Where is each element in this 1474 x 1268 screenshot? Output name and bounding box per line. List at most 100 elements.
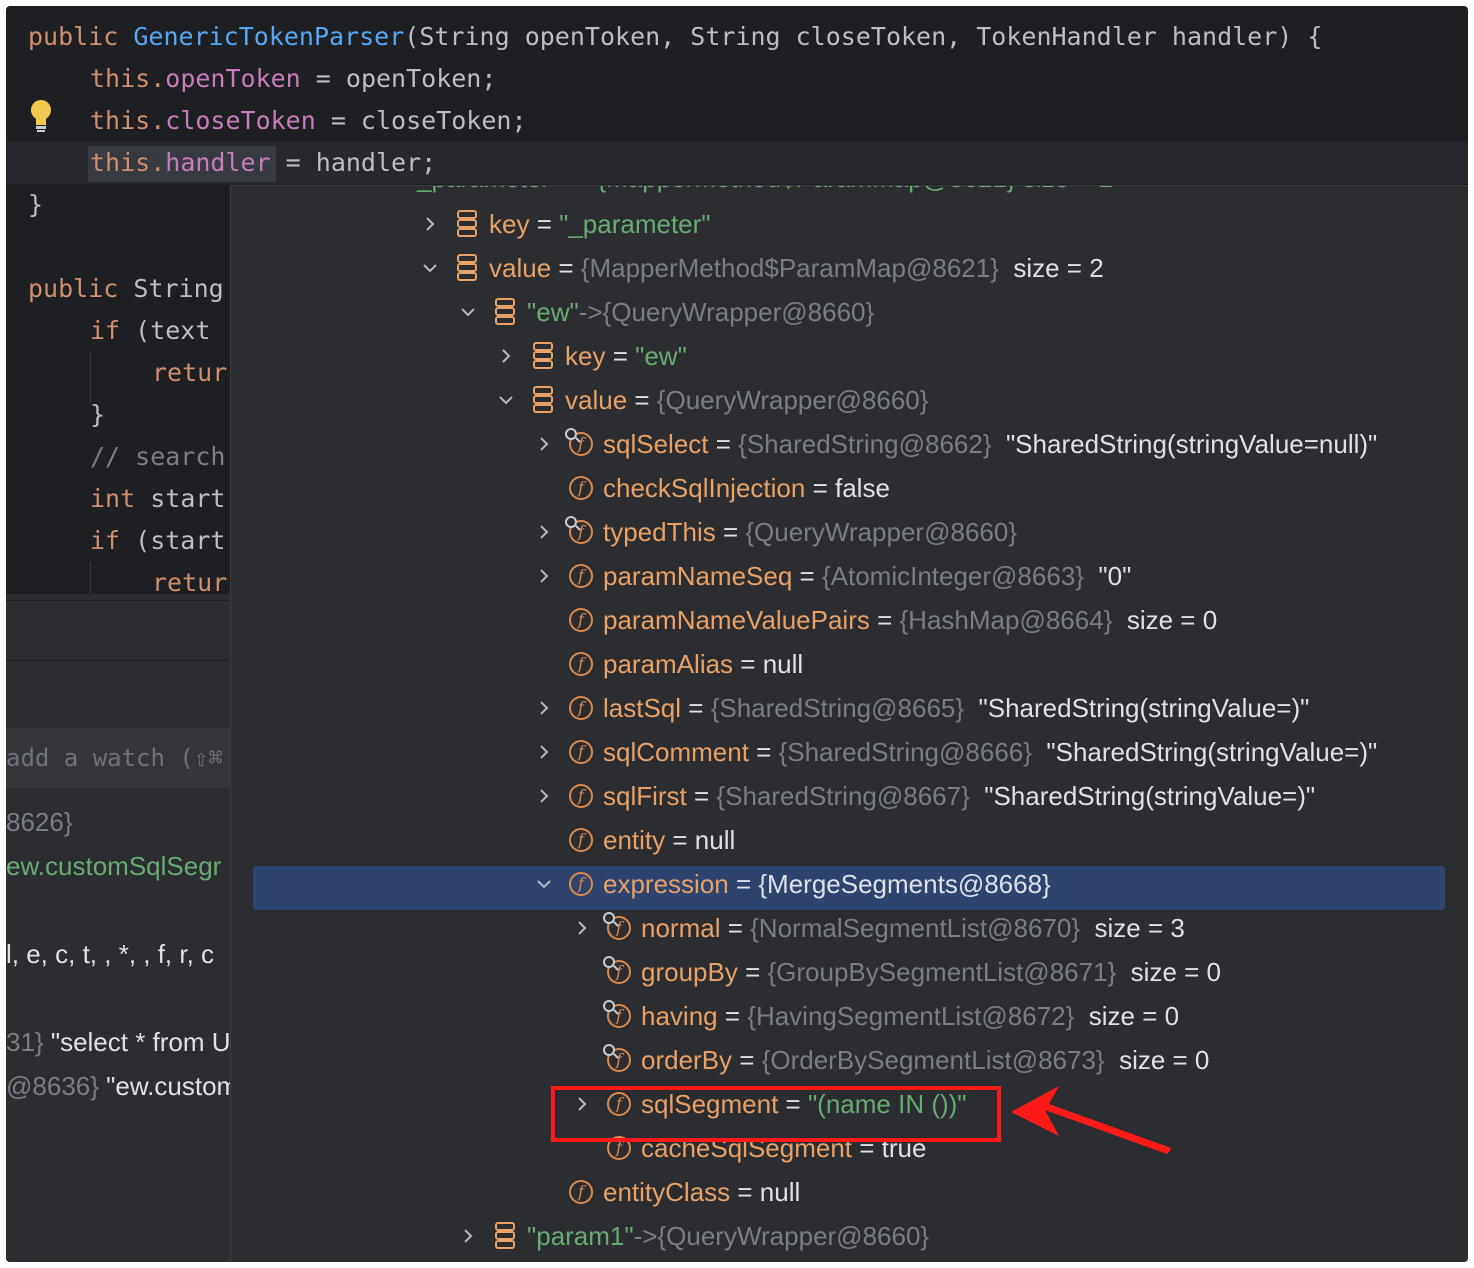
variable-row-sqlfirst[interactable]: f sqlFirst = {SharedString@8667} "SharedS…	[231, 774, 1468, 818]
variable-type: {QueryWrapper@8660}	[656, 385, 929, 415]
variable-name: entity	[603, 825, 666, 855]
variable-row-orderby[interactable]: f orderBy = {OrderBySegmentList@8673} siz…	[231, 1038, 1468, 1082]
variable-name: "param1"	[527, 1221, 634, 1251]
field-watch-icon: f	[603, 1038, 633, 1082]
variable-row-groupby[interactable]: f groupBy = {GroupBySegmentList@8671} siz…	[231, 950, 1468, 994]
chevron-right-icon[interactable]	[531, 510, 557, 554]
variable-name: key	[565, 341, 606, 371]
equals-sign: =	[529, 209, 560, 239]
divider	[6, 600, 230, 601]
chevron-right-icon[interactable]	[493, 334, 519, 378]
variable-value[interactable]: ew.customSqlSegr	[6, 846, 221, 886]
chevron-down-icon[interactable]	[417, 246, 443, 290]
variable-row-key[interactable]: key = "_parameter"	[231, 202, 1468, 246]
list-icon	[529, 378, 557, 422]
annotation-arrow-icon	[1011, 1086, 1171, 1154]
lightbulb-icon[interactable]	[28, 98, 54, 134]
equals-sign: =	[715, 517, 746, 547]
code-line-11: int start	[90, 484, 226, 513]
list-icon	[529, 334, 557, 378]
equals-sign: =	[792, 561, 822, 591]
field-watch-icon: f	[603, 950, 633, 994]
chevron-down-icon[interactable]	[455, 290, 481, 334]
variable-row-expression[interactable]: f expression = {MergeSegments@8668}	[231, 862, 1468, 906]
variable-row-typedthis[interactable]: f typedThis = {QueryWrapper@8660}	[231, 510, 1468, 554]
debugger-panel	[6, 594, 230, 1262]
variable-value[interactable]: 31} "select * from U	[6, 1022, 231, 1062]
variable-row-sqlselect[interactable]: f sqlSelect = {SharedString@8662} "Shared…	[231, 422, 1468, 466]
variable-name: paramNameValuePairs	[603, 605, 870, 635]
variable-row-lastsql[interactable]: f lastSql = {SharedString@8665} "SharedSt…	[231, 686, 1468, 730]
code-line-6: public String	[28, 274, 224, 303]
equals-sign: =	[733, 649, 763, 679]
field-watch-icon: f	[565, 422, 595, 466]
field-icon: f	[567, 818, 595, 862]
variable-name: groupBy	[641, 957, 738, 987]
chevron-right-icon[interactable]	[569, 906, 595, 950]
variable-value[interactable]: l, e, c, t, , *, , f, r, c	[6, 934, 214, 974]
code-line-5: }	[28, 190, 44, 219]
variable-row-checksqlinjection[interactable]: f checkSqlInjection = false	[231, 466, 1468, 510]
variable-row-entity[interactable]: f entity = null	[231, 818, 1468, 862]
field-icon: f	[567, 642, 595, 686]
ide-window: public GenericTokenParser(String openTok…	[6, 6, 1468, 1262]
chevron-down-icon[interactable]	[531, 862, 557, 906]
chevron-down-icon[interactable]	[493, 378, 519, 422]
variable-value: "_parameter"	[559, 209, 711, 239]
equals-sign: =	[717, 1001, 748, 1031]
variable-row-ew[interactable]: "ew" -> {QueryWrapper@8660}	[231, 290, 1468, 334]
variable-type: {NormalSegmentList@8670}	[750, 913, 1095, 943]
equals-sign: =	[732, 1045, 762, 1075]
variable-name: key	[489, 209, 530, 239]
chevron-right-icon[interactable]	[417, 202, 443, 246]
variable-row-having[interactable]: f having = {HavingSegmentList@8672} size …	[231, 994, 1468, 1038]
partial-row: _parameter" -> {MapperMethod$ParamMap@86…	[231, 186, 1468, 200]
field-watch-icon: f	[603, 994, 633, 1038]
variable-row-value[interactable]: value = {MapperMethod$ParamMap@8621} siz…	[231, 246, 1468, 290]
variable-name: checkSqlInjection	[603, 473, 806, 503]
variable-value: size = 0	[1126, 605, 1218, 635]
code-line-1: public GenericTokenParser(String openTok…	[28, 22, 1323, 51]
variable-name: sqlSelect	[603, 429, 709, 459]
variable-type: {SharedString@8665}	[710, 693, 979, 723]
chevron-right-icon[interactable]	[531, 422, 557, 466]
variable-type: {QueryWrapper@8660}	[745, 517, 1018, 547]
variable-name: value	[565, 385, 628, 415]
equals-sign: =	[665, 825, 695, 855]
variable-value[interactable]: 8626}	[6, 802, 73, 842]
variable-row-paramalias[interactable]: f paramAlias = null	[231, 642, 1468, 686]
variable-row-param1[interactable]: "param1" -> {QueryWrapper@8660}	[231, 1214, 1468, 1258]
variable-type: {HavingSegmentList@8672}	[747, 1001, 1089, 1031]
variable-name: "ew"	[527, 297, 579, 327]
field-watch-icon: f	[565, 510, 595, 554]
chevron-right-icon[interactable]	[531, 686, 557, 730]
variable-row-paramnamevaluepairs[interactable]: f paramNameValuePairs = {HashMap@8664} si…	[231, 598, 1468, 642]
equals-sign: =	[737, 957, 768, 987]
variable-row-paramnameseq[interactable]: f paramNameSeq = {AtomicInteger@8663} "0"	[231, 554, 1468, 598]
code-line-8: retur	[152, 358, 228, 387]
code-line-10: // search	[90, 442, 226, 471]
chevron-right-icon[interactable]	[455, 1214, 481, 1258]
divider	[6, 660, 230, 661]
equals-sign: =	[728, 869, 759, 899]
variable-row-normal[interactable]: f normal = {NormalSegmentList@8670} size …	[231, 906, 1468, 950]
variable-row-key[interactable]: key = "ew"	[231, 334, 1468, 378]
variable-type: {MapperMethod$ParamMap@8621}	[580, 253, 1014, 283]
equals-sign: =	[551, 253, 581, 283]
debug-inspection-popup[interactable]: _parameter" -> {MapperMethod$ParamMap@86…	[230, 185, 1468, 1262]
field-icon: f	[567, 466, 595, 510]
variable-name: lastSql	[603, 693, 682, 723]
variable-row-sqlcomment[interactable]: f sqlComment = {SharedString@8666} "Share…	[231, 730, 1468, 774]
chevron-right-icon[interactable]	[531, 554, 557, 598]
variable-value[interactable]: @8636} "ew.custom	[6, 1066, 238, 1106]
chevron-right-icon[interactable]	[531, 774, 557, 818]
variable-row-value[interactable]: value = {QueryWrapper@8660}	[231, 378, 1468, 422]
variable-value: null	[694, 825, 736, 855]
chevron-right-icon[interactable]	[531, 730, 557, 774]
variable-value: size = 3	[1094, 913, 1185, 943]
equals-sign: =	[686, 781, 717, 811]
watch-input[interactable]: add a watch (⇧⌘	[6, 728, 230, 788]
